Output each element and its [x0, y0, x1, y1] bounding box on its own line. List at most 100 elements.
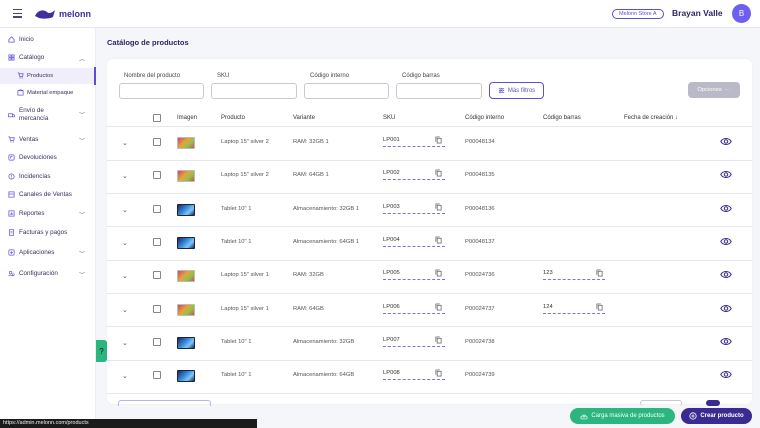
- expand-chevron-icon[interactable]: ⌄: [122, 372, 128, 380]
- header-fecha-creacion[interactable]: Fecha de creación ↓: [624, 115, 678, 121]
- expand-chevron-icon[interactable]: ⌄: [122, 306, 128, 314]
- sidebar-item-label: Devoluciones: [19, 154, 57, 161]
- product-thumbnail: [177, 203, 195, 216]
- sidebar-item-devoluciones[interactable]: Devoluciones: [0, 150, 96, 164]
- expand-chevron-icon[interactable]: ⌄: [122, 206, 128, 214]
- filter-codigo-interno-input[interactable]: [304, 83, 389, 99]
- row-checkbox[interactable]: [153, 337, 161, 346]
- view-eye-icon[interactable]: [720, 270, 732, 279]
- row-checkbox[interactable]: [153, 237, 161, 246]
- barcode-value: 123: [543, 270, 553, 277]
- sidebar-item-canales-ventas[interactable]: Canales de Ventas: [0, 187, 96, 201]
- table-row[interactable]: ⌄ Tablet 10" 1 Almacenamiento: 32GB LP007 P0…: [107, 327, 752, 360]
- product-thumbnail: [177, 303, 195, 316]
- view-eye-icon[interactable]: [720, 304, 732, 313]
- view-eye-icon[interactable]: [720, 237, 732, 246]
- more-filters-button[interactable]: Más filtros: [489, 82, 544, 99]
- copy-icon[interactable]: [435, 236, 442, 244]
- sidebar-item-configuracion[interactable]: Configuración ﹀: [0, 266, 96, 280]
- filter-nombre-input[interactable]: [119, 83, 204, 99]
- sidebar-subitem-label: Productos: [27, 73, 54, 79]
- view-eye-icon[interactable]: [720, 337, 732, 346]
- store-selector[interactable]: Melonn Store A: [612, 9, 664, 19]
- product-variant: Almacenamiento: 64GB: [293, 372, 355, 379]
- top-bar: melonn Melonn Store A Brayan Valle B: [0, 0, 760, 28]
- row-checkbox[interactable]: [153, 204, 161, 213]
- sidebar-item-label: Catálogo: [19, 54, 45, 61]
- header-sku: SKU: [383, 115, 396, 121]
- user-name[interactable]: Brayan Valle: [672, 8, 723, 18]
- sidebar-item-catalogo[interactable]: Catálogo ︿: [0, 50, 96, 64]
- expand-chevron-icon[interactable]: ⌄: [122, 339, 128, 347]
- options-button[interactable]: Opciones ···: [688, 82, 740, 98]
- bulk-upload-button[interactable]: Carga masiva de productos: [570, 408, 675, 424]
- sidebar-item-label: Incidencias: [19, 173, 51, 180]
- table-row[interactable]: ⌄ Tablet 10" 1 Almacenamiento: 32GB 1 LP003…: [107, 194, 752, 227]
- copy-icon[interactable]: [435, 136, 442, 144]
- help-tab-icon[interactable]: ?: [96, 340, 107, 362]
- apps-icon: [8, 249, 15, 256]
- sidebar-item-facturas-pagos[interactable]: Facturas y pagos: [0, 225, 96, 239]
- product-variant: RAM: 32GB 1: [293, 139, 329, 145]
- row-checkbox[interactable]: [153, 171, 161, 180]
- table-row[interactable]: ⌄ Laptop 15" silver 1 RAM: 32GB LP005 P00024…: [107, 260, 752, 293]
- row-checkbox[interactable]: [153, 371, 161, 380]
- product-name: Laptop 15" silver 2: [221, 139, 269, 145]
- internal-code: P00024739: [465, 372, 495, 379]
- sidebar-subitem-material-empaque[interactable]: Material empaque: [0, 85, 96, 101]
- sidebar-item-envio-mercancia[interactable]: Envío de mercancía ﹀: [0, 106, 96, 124]
- pagination-page-active[interactable]: [706, 400, 720, 406]
- sidebar-subitem-productos[interactable]: Productos: [0, 67, 96, 85]
- sort-arrow-down-icon: ↓: [675, 115, 679, 121]
- row-checkbox[interactable]: [153, 271, 161, 280]
- copy-icon[interactable]: [435, 203, 442, 211]
- row-checkbox[interactable]: [153, 138, 161, 146]
- sidebar-item-ventas[interactable]: Ventas ﹀: [0, 132, 96, 146]
- row-checkbox[interactable]: [153, 304, 161, 313]
- pagination-size-select[interactable]: [118, 400, 211, 406]
- copy-icon[interactable]: [596, 269, 603, 277]
- copy-icon[interactable]: [435, 369, 442, 377]
- sidebar-item-inicio[interactable]: Inicio: [0, 32, 96, 46]
- filter-nombre-label: Nombre del producto: [124, 73, 181, 79]
- copy-icon[interactable]: [596, 303, 603, 311]
- expand-chevron-icon[interactable]: ⌄: [122, 239, 128, 247]
- box-icon: [17, 89, 24, 96]
- expand-chevron-icon[interactable]: ⌄: [122, 139, 128, 147]
- filter-codigo-barras-input[interactable]: [396, 83, 482, 99]
- barcode-value: 124: [543, 303, 553, 310]
- sidebar-item-incidencias[interactable]: Incidencias: [0, 169, 96, 183]
- avatar[interactable]: B: [732, 4, 751, 23]
- select-all-checkbox[interactable]: [153, 114, 161, 122]
- table-row[interactable]: ⌄ Laptop 15" silver 1 RAM: 64GB LP006 P00024…: [107, 294, 752, 327]
- create-product-button[interactable]: Crear producto: [681, 408, 752, 424]
- product-variant: RAM: 32GB: [293, 272, 324, 279]
- copy-icon[interactable]: [435, 169, 442, 177]
- page-title: Catálogo de productos: [107, 38, 189, 47]
- expand-chevron-icon[interactable]: ⌄: [122, 272, 128, 280]
- copy-icon[interactable]: [435, 336, 442, 344]
- menu-collapse-icon[interactable]: [13, 9, 23, 18]
- filter-sku-input[interactable]: [211, 83, 297, 99]
- table-row[interactable]: ⌄ Laptop 15" silver 2 RAM: 32GB 1 LP001 P000…: [107, 127, 752, 160]
- copy-icon[interactable]: [435, 269, 442, 277]
- table-row[interactable]: ⌄ Laptop 15" silver 2 RAM: 64GB 1 LP002 P000…: [107, 160, 752, 193]
- sidebar-item-reportes[interactable]: Reportes ﹀: [0, 206, 96, 220]
- expand-chevron-icon[interactable]: ⌄: [122, 172, 128, 180]
- chevron-down-icon: ﹀: [79, 273, 86, 279]
- view-eye-icon[interactable]: [720, 204, 732, 213]
- view-eye-icon[interactable]: [720, 370, 732, 379]
- chevron-down-icon: ﹀: [79, 139, 86, 145]
- warning-icon: [8, 173, 15, 180]
- table-row[interactable]: ⌄ Tablet 10" 1 Almacenamiento: 64GB 1 LP004…: [107, 227, 752, 260]
- internal-code: P00024737: [465, 305, 495, 312]
- sidebar-item-aplicaciones[interactable]: Aplicaciones ﹀: [0, 245, 96, 259]
- product-name: Laptop 15" silver 2: [221, 172, 269, 179]
- logo[interactable]: melonn: [34, 8, 91, 20]
- copy-icon[interactable]: [435, 303, 442, 311]
- view-eye-icon[interactable]: [720, 137, 732, 146]
- channels-icon: [8, 191, 15, 198]
- sku-value: LP003: [383, 203, 400, 210]
- view-eye-icon[interactable]: [720, 170, 732, 179]
- table-row[interactable]: ⌄ Tablet 10" 1 Almacenamiento: 64GB LP008 P0…: [107, 360, 752, 393]
